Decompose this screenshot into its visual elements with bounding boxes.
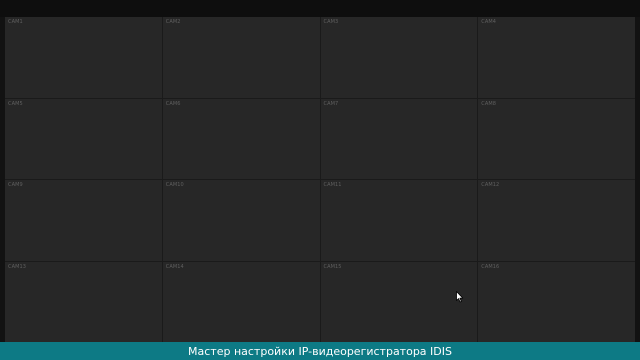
camera-cell-1[interactable]: CAM1 (5, 17, 162, 98)
camera-label: CAM13 (8, 263, 27, 270)
camera-cell-16[interactable]: CAM16 (478, 261, 635, 342)
top-bar (0, 0, 640, 17)
camera-cell-12[interactable]: CAM12 (478, 180, 635, 261)
camera-label: CAM6 (165, 100, 181, 107)
camera-cell-13[interactable]: CAM13 (5, 261, 162, 342)
camera-label: CAM8 (481, 100, 497, 107)
camera-label: CAM11 (323, 182, 342, 188)
camera-grid: CAM1 CAM2 CAM3 CAM4 CAM5 CAM6 CAM7 CAM8 … (5, 17, 635, 342)
camera-cell-6[interactable]: CAM6 (162, 98, 320, 179)
mouse-pointer-icon (456, 291, 464, 303)
caption-text: Мастер настройки IP-видеорегистратора ID… (188, 344, 452, 358)
camera-label: CAM3 (323, 19, 339, 25)
camera-cell-7[interactable]: CAM7 (320, 98, 478, 179)
camera-label: CAM9 (8, 182, 23, 188)
camera-label: CAM12 (481, 182, 500, 188)
camera-cell-8[interactable]: CAM8 (478, 98, 635, 179)
caption-bar: Мастер настройки IP-видеорегистратора ID… (0, 342, 640, 360)
camera-label: CAM10 (165, 182, 184, 188)
camera-label: CAM2 (165, 19, 181, 25)
camera-cell-5[interactable]: CAM5 (5, 98, 162, 179)
camera-cell-4[interactable]: CAM4 (478, 17, 635, 98)
camera-cell-10[interactable]: CAM10 (162, 180, 320, 261)
camera-cell-9[interactable]: CAM9 (5, 180, 162, 261)
camera-cell-15[interactable]: CAM15 (320, 261, 478, 342)
camera-label: CAM4 (481, 19, 497, 25)
camera-cell-2[interactable]: CAM2 (162, 17, 320, 98)
camera-label: CAM7 (323, 100, 339, 107)
camera-label: CAM5 (8, 100, 23, 107)
camera-label: CAM14 (165, 263, 184, 270)
camera-label: CAM15 (323, 263, 342, 270)
camera-label: CAM1 (8, 19, 23, 25)
camera-label: CAM16 (481, 263, 500, 270)
camera-cell-14[interactable]: CAM14 (162, 261, 320, 342)
camera-cell-3[interactable]: CAM3 (320, 17, 478, 98)
camera-cell-11[interactable]: CAM11 (320, 180, 478, 261)
